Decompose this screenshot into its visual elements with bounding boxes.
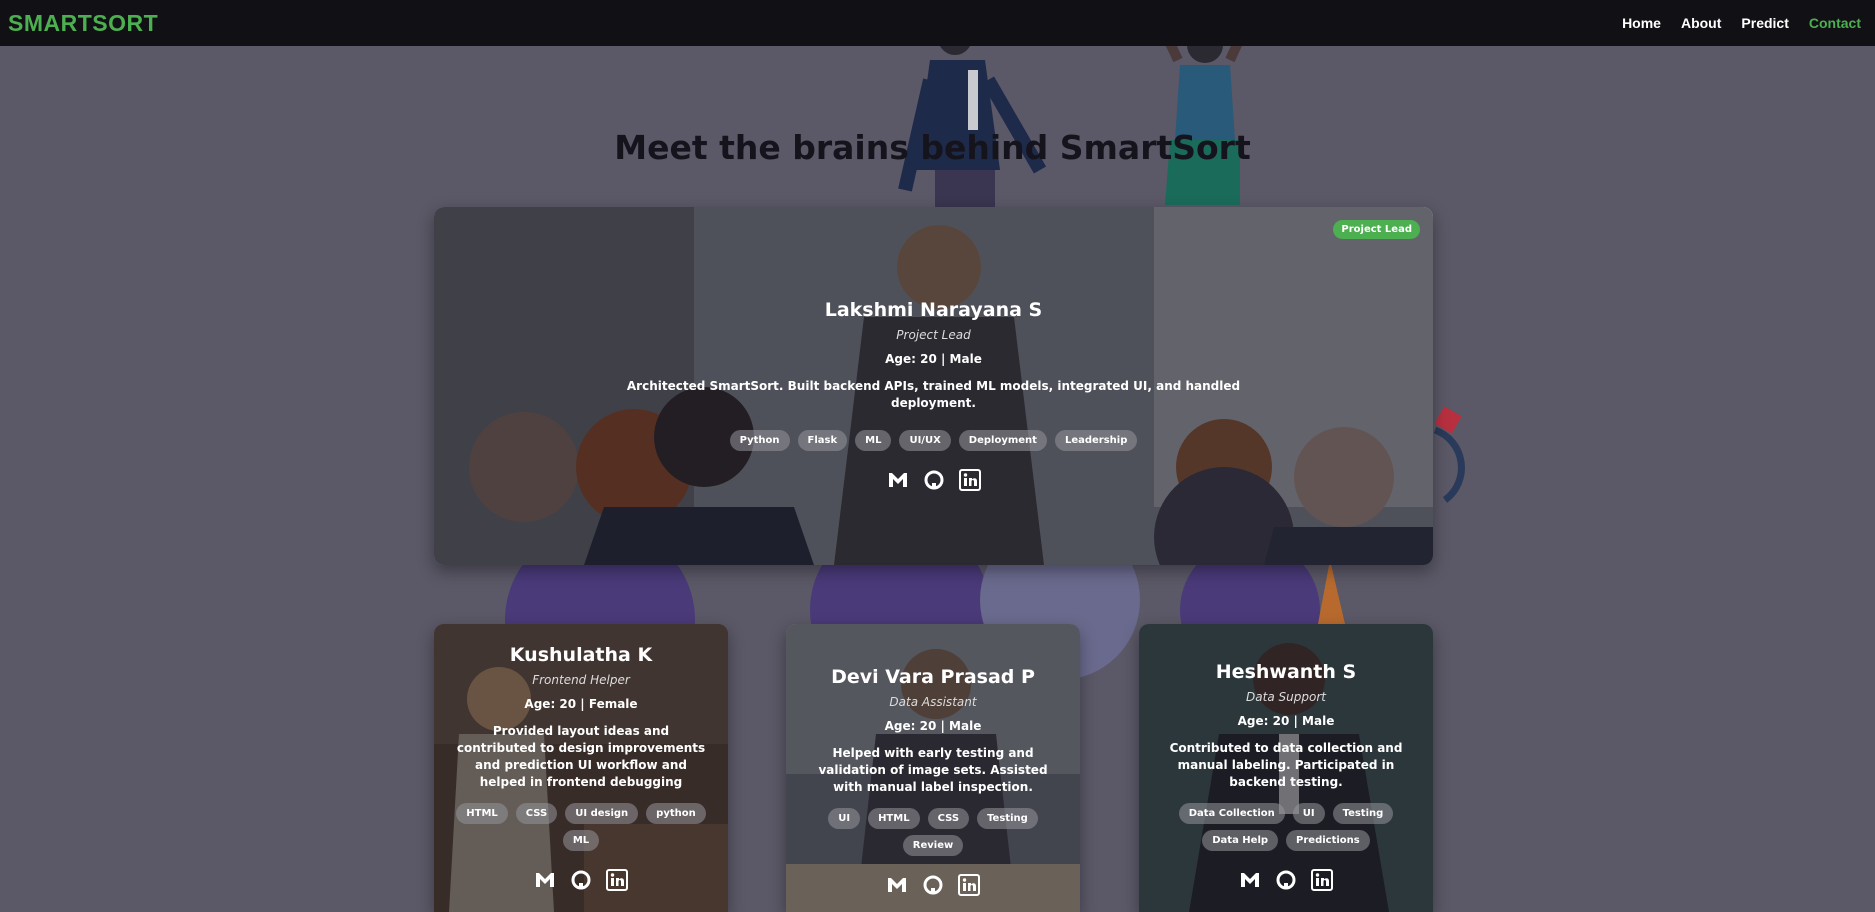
skill-tags: Data Collection UI Testing Data Help Pre… bbox=[1161, 803, 1411, 851]
member-name: Devi Vara Prasad P bbox=[831, 666, 1035, 688]
lead-member-info: Lakshmi Narayana S Project Lead Age: 20 … bbox=[434, 207, 1433, 491]
social-links bbox=[1139, 869, 1433, 891]
nav-contact-link[interactable]: Contact bbox=[1809, 15, 1861, 31]
social-links bbox=[786, 874, 1080, 896]
member-description: Architected SmartSort. Built backend API… bbox=[626, 379, 1241, 410]
member-description: Provided layout ideas and contributed to… bbox=[456, 724, 706, 789]
member-age: Age: 20 | Male bbox=[885, 352, 982, 366]
github-icon[interactable] bbox=[1275, 869, 1297, 891]
skill-tag: Python bbox=[729, 430, 790, 451]
skill-tag: HTML bbox=[456, 803, 508, 824]
member-age: Age: 20 | Male bbox=[1237, 714, 1335, 728]
skill-tag: Data Collection bbox=[1178, 803, 1285, 824]
skill-tag: ML bbox=[562, 830, 600, 851]
member-card: Heshwanth S Data Support Age: 20 | Male … bbox=[1139, 624, 1433, 912]
nav-home-link[interactable]: Home bbox=[1622, 15, 1661, 31]
brand-logo[interactable]: SMARTSORT bbox=[8, 10, 158, 37]
project-lead-badge: Project Lead bbox=[1333, 220, 1420, 239]
member-description: Helped with early testing and validation… bbox=[818, 746, 1048, 794]
member-name: Heshwanth S bbox=[1215, 661, 1357, 683]
skill-tag: Deployment bbox=[958, 430, 1047, 451]
top-navbar: SMARTSORT Home About Predict Contact bbox=[0, 0, 1875, 46]
skill-tag: Flask bbox=[797, 430, 848, 451]
member-role: Frontend Helper bbox=[532, 673, 630, 687]
member-role: Project Lead bbox=[896, 328, 971, 342]
gmail-icon[interactable] bbox=[887, 469, 909, 491]
skill-tag: Review bbox=[902, 835, 964, 856]
member-description: Contributed to data collection and manua… bbox=[1169, 741, 1403, 789]
github-icon[interactable] bbox=[923, 469, 945, 491]
member-card: Devi Vara Prasad P Data Assistant Age: 2… bbox=[786, 624, 1080, 912]
skill-tag: Data Help bbox=[1202, 830, 1279, 851]
lead-member-card: Project Lead Lakshmi Narayana S Project … bbox=[434, 207, 1433, 565]
member-info: Devi Vara Prasad P Data Assistant Age: 2… bbox=[786, 624, 1080, 896]
social-links bbox=[434, 469, 1433, 491]
nav-predict-link[interactable]: Predict bbox=[1741, 15, 1788, 31]
gmail-icon[interactable] bbox=[886, 874, 908, 896]
page-title: Meet the brains behind SmartSort bbox=[614, 128, 1251, 167]
nav-links: Home About Predict Contact bbox=[1622, 15, 1861, 31]
social-links bbox=[434, 869, 728, 891]
linkedin-icon[interactable] bbox=[1311, 869, 1333, 891]
github-icon[interactable] bbox=[922, 874, 944, 896]
skill-tag: UI bbox=[1292, 803, 1325, 824]
skill-tag: Testing bbox=[977, 808, 1038, 829]
skill-tags: HTML CSS UI design python ML bbox=[456, 803, 706, 851]
member-role: Data Assistant bbox=[889, 695, 977, 709]
nav-about-link[interactable]: About bbox=[1681, 15, 1721, 31]
member-name: Kushulatha K bbox=[509, 644, 653, 666]
skill-tags: UI HTML CSS Testing Review bbox=[808, 808, 1058, 856]
member-role: Data Support bbox=[1246, 690, 1326, 704]
skill-tag: HTML bbox=[868, 808, 920, 829]
github-icon[interactable] bbox=[570, 869, 592, 891]
gmail-icon[interactable] bbox=[1239, 869, 1261, 891]
linkedin-icon[interactable] bbox=[958, 874, 980, 896]
gmail-icon[interactable] bbox=[534, 869, 556, 891]
skill-tag: CSS bbox=[515, 803, 558, 824]
member-age: Age: 20 | Male bbox=[884, 719, 982, 733]
member-info: Kushulatha K Frontend Helper Age: 20 | F… bbox=[434, 624, 728, 891]
skill-tag: ML bbox=[855, 430, 892, 451]
skill-tag: UI/UX bbox=[899, 430, 951, 451]
skill-tags: Python Flask ML UI/UX Deployment Leaders… bbox=[654, 430, 1214, 451]
linkedin-icon[interactable] bbox=[606, 869, 628, 891]
skill-tag: UI design bbox=[565, 803, 639, 824]
member-name: Lakshmi Narayana S bbox=[824, 299, 1043, 321]
skill-tag: UI bbox=[828, 808, 861, 829]
skill-tag: python bbox=[646, 803, 706, 824]
skill-tag: Testing bbox=[1332, 803, 1394, 824]
skill-tag: CSS bbox=[927, 808, 970, 829]
skill-tag: Leadership bbox=[1054, 430, 1138, 451]
skill-tag: Predictions bbox=[1286, 830, 1370, 851]
linkedin-icon[interactable] bbox=[958, 469, 981, 491]
member-card: Kushulatha K Frontend Helper Age: 20 | F… bbox=[434, 624, 728, 912]
member-age: Age: 20 | Female bbox=[524, 697, 638, 711]
member-info: Heshwanth S Data Support Age: 20 | Male … bbox=[1139, 624, 1433, 891]
